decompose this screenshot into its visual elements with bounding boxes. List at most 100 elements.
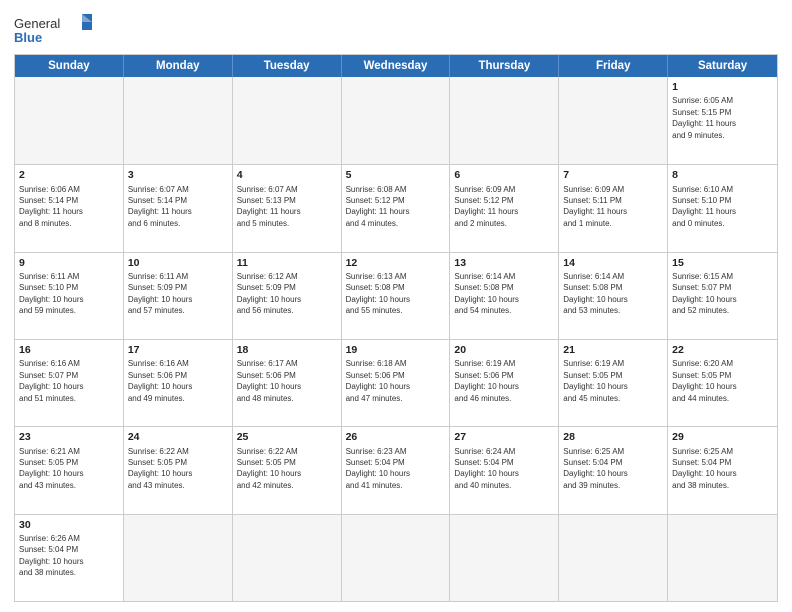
cell-sun-info: Sunrise: 6:14 AM Sunset: 5:08 PM Dayligh… [563, 272, 627, 315]
cell-day-number: 6 [454, 168, 554, 182]
calendar-grid: 1 Sunrise: 6:05 AM Sunset: 5:15 PM Daylig… [15, 77, 777, 601]
calendar-cell-21: 21Sunrise: 6:19 AM Sunset: 5:05 PM Dayli… [559, 340, 668, 426]
day-header-sunday: Sunday [15, 55, 124, 77]
cell-day-number: 14 [563, 256, 663, 270]
calendar-cell-empty [668, 515, 777, 601]
calendar-cell-11: 11 Sunrise: 6:12 AM Sunset: 5:09 PM Dayli… [233, 253, 342, 339]
calendar-cell-28: 28Sunrise: 6:25 AM Sunset: 5:04 PM Dayli… [559, 427, 668, 513]
day-header-saturday: Saturday [668, 55, 777, 77]
cell-sun-info: Sunrise: 6:08 AM Sunset: 5:12 PM Dayligh… [346, 185, 410, 228]
cell-day-number: 1 [672, 80, 773, 94]
cell-sun-info: Sunrise: 6:23 AM Sunset: 5:04 PM Dayligh… [346, 447, 410, 490]
cell-sun-info: Sunrise: 6:19 AM Sunset: 5:05 PM Dayligh… [563, 359, 627, 402]
calendar-cell-empty [124, 515, 233, 601]
day-header-monday: Monday [124, 55, 233, 77]
calendar-cell-26: 26 Sunrise: 6:23 AM Sunset: 5:04 PM Dayli… [342, 427, 451, 513]
cell-sun-info: Sunrise: 6:14 AM Sunset: 5:08 PM Dayligh… [454, 272, 518, 315]
cell-sun-info: Sunrise: 6:17 AM Sunset: 5:06 PM Dayligh… [237, 359, 301, 402]
cell-sun-info: Sunrise: 6:19 AM Sunset: 5:06 PM Dayligh… [454, 359, 518, 402]
cell-sun-info: Sunrise: 6:18 AM Sunset: 5:06 PM Dayligh… [346, 359, 410, 402]
cell-day-number: 30 [19, 518, 119, 532]
day-headers: SundayMondayTuesdayWednesdayThursdayFrid… [15, 55, 777, 77]
page: General Blue SundayMondayTuesdayWednesda… [0, 0, 792, 612]
calendar-cell-empty [559, 515, 668, 601]
calendar-cell-2: 2 Sunrise: 6:06 AM Sunset: 5:14 PM Daylig… [15, 165, 124, 251]
cell-sun-info: Sunrise: 6:11 AM Sunset: 5:09 PM Dayligh… [128, 272, 192, 315]
calendar-cell-9: 9 Sunrise: 6:11 AM Sunset: 5:10 PM Daylig… [15, 253, 124, 339]
calendar-cell-empty [559, 77, 668, 164]
cell-sun-info: Sunrise: 6:12 AM Sunset: 5:09 PM Dayligh… [237, 272, 301, 315]
calendar-row: 1 Sunrise: 6:05 AM Sunset: 5:15 PM Daylig… [15, 77, 777, 164]
calendar-cell-6: 6 Sunrise: 6:09 AM Sunset: 5:12 PM Daylig… [450, 165, 559, 251]
calendar-row: 30 Sunrise: 6:26 AM Sunset: 5:04 PM Dayli… [15, 514, 777, 601]
cell-day-number: 19 [346, 343, 446, 357]
calendar-cell-24: 24 Sunrise: 6:22 AM Sunset: 5:05 PM Dayli… [124, 427, 233, 513]
cell-sun-info: Sunrise: 6:24 AM Sunset: 5:04 PM Dayligh… [454, 447, 518, 490]
cell-day-number: 3 [128, 168, 228, 182]
calendar-cell-22: 22 Sunrise: 6:20 AM Sunset: 5:05 PM Dayli… [668, 340, 777, 426]
cell-day-number: 4 [237, 168, 337, 182]
cell-sun-info: Sunrise: 6:22 AM Sunset: 5:05 PM Dayligh… [237, 447, 301, 490]
svg-text:General: General [14, 16, 60, 31]
calendar-cell-empty [450, 515, 559, 601]
cell-day-number: 7 [563, 168, 663, 182]
calendar-cell-3: 3Sunrise: 6:07 AM Sunset: 5:14 PM Daylig… [124, 165, 233, 251]
calendar-cell-empty [342, 515, 451, 601]
calendar-cell-15: 15 Sunrise: 6:15 AM Sunset: 5:07 PM Dayli… [668, 253, 777, 339]
cell-day-number: 23 [19, 430, 119, 444]
cell-sun-info: Sunrise: 6:15 AM Sunset: 5:07 PM Dayligh… [672, 272, 736, 315]
cell-sun-info: Sunrise: 6:09 AM Sunset: 5:12 PM Dayligh… [454, 185, 518, 228]
cell-sun-info: Sunrise: 6:05 AM Sunset: 5:15 PM Dayligh… [672, 96, 736, 139]
calendar-cell-27: 27 Sunrise: 6:24 AM Sunset: 5:04 PM Dayli… [450, 427, 559, 513]
cell-day-number: 27 [454, 430, 554, 444]
cell-day-number: 26 [346, 430, 446, 444]
logo: General Blue [14, 12, 94, 48]
cell-sun-info: Sunrise: 6:26 AM Sunset: 5:04 PM Dayligh… [19, 534, 83, 577]
calendar-row: 16 Sunrise: 6:16 AM Sunset: 5:07 PM Dayli… [15, 339, 777, 426]
calendar-cell-8: 8Sunrise: 6:10 AM Sunset: 5:10 PM Daylig… [668, 165, 777, 251]
svg-text:Blue: Blue [14, 30, 42, 45]
cell-sun-info: Sunrise: 6:09 AM Sunset: 5:11 PM Dayligh… [563, 185, 627, 228]
day-header-friday: Friday [559, 55, 668, 77]
cell-day-number: 24 [128, 430, 228, 444]
cell-sun-info: Sunrise: 6:22 AM Sunset: 5:05 PM Dayligh… [128, 447, 192, 490]
cell-day-number: 9 [19, 256, 119, 270]
calendar-cell-empty [15, 77, 124, 164]
cell-day-number: 2 [19, 168, 119, 182]
cell-sun-info: Sunrise: 6:21 AM Sunset: 5:05 PM Dayligh… [19, 447, 83, 490]
cell-day-number: 25 [237, 430, 337, 444]
cell-sun-info: Sunrise: 6:06 AM Sunset: 5:14 PM Dayligh… [19, 185, 83, 228]
day-header-tuesday: Tuesday [233, 55, 342, 77]
calendar-cell-30: 30 Sunrise: 6:26 AM Sunset: 5:04 PM Dayli… [15, 515, 124, 601]
cell-day-number: 8 [672, 168, 773, 182]
calendar-cell-4: 4Sunrise: 6:07 AM Sunset: 5:13 PM Daylig… [233, 165, 342, 251]
cell-day-number: 11 [237, 256, 337, 270]
calendar-cell-29: 29Sunrise: 6:25 AM Sunset: 5:04 PM Dayli… [668, 427, 777, 513]
cell-sun-info: Sunrise: 6:16 AM Sunset: 5:07 PM Dayligh… [19, 359, 83, 402]
cell-day-number: 20 [454, 343, 554, 357]
cell-day-number: 10 [128, 256, 228, 270]
calendar-cell-empty [342, 77, 451, 164]
calendar-cell-5: 5Sunrise: 6:08 AM Sunset: 5:12 PM Daylig… [342, 165, 451, 251]
calendar-cell-empty [124, 77, 233, 164]
cell-sun-info: Sunrise: 6:25 AM Sunset: 5:04 PM Dayligh… [672, 447, 736, 490]
cell-day-number: 15 [672, 256, 773, 270]
cell-day-number: 17 [128, 343, 228, 357]
cell-sun-info: Sunrise: 6:11 AM Sunset: 5:10 PM Dayligh… [19, 272, 83, 315]
cell-day-number: 18 [237, 343, 337, 357]
general-blue-logo-icon: General Blue [14, 12, 94, 48]
cell-day-number: 16 [19, 343, 119, 357]
cell-sun-info: Sunrise: 6:16 AM Sunset: 5:06 PM Dayligh… [128, 359, 192, 402]
cell-sun-info: Sunrise: 6:20 AM Sunset: 5:05 PM Dayligh… [672, 359, 736, 402]
calendar-cell-18: 18 Sunrise: 6:17 AM Sunset: 5:06 PM Dayli… [233, 340, 342, 426]
calendar-cell-1: 1 Sunrise: 6:05 AM Sunset: 5:15 PM Daylig… [668, 77, 777, 164]
calendar-cell-25: 25 Sunrise: 6:22 AM Sunset: 5:05 PM Dayli… [233, 427, 342, 513]
header: General Blue [14, 12, 778, 48]
calendar-cell-16: 16 Sunrise: 6:16 AM Sunset: 5:07 PM Dayli… [15, 340, 124, 426]
calendar-cell-23: 23 Sunrise: 6:21 AM Sunset: 5:05 PM Dayli… [15, 427, 124, 513]
cell-day-number: 22 [672, 343, 773, 357]
calendar: SundayMondayTuesdayWednesdayThursdayFrid… [14, 54, 778, 602]
calendar-cell-13: 13 Sunrise: 6:14 AM Sunset: 5:08 PM Dayli… [450, 253, 559, 339]
cell-day-number: 13 [454, 256, 554, 270]
calendar-row: 2 Sunrise: 6:06 AM Sunset: 5:14 PM Daylig… [15, 164, 777, 251]
